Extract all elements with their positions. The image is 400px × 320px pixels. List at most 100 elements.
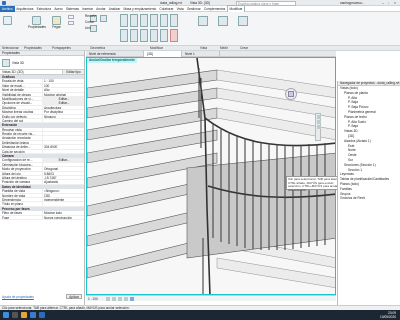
graficos-row-value[interactable]: 100: [42, 83, 84, 88]
align-icon[interactable]: [120, 14, 128, 27]
graficos-row-value[interactable]: Editar...: [42, 101, 84, 105]
menu-vista[interactable]: Vista: [175, 6, 185, 12]
camara-row-value[interactable]: -15.7487: [42, 175, 84, 180]
menu-anotar[interactable]: Anotar: [95, 6, 108, 12]
apply-button[interactable]: Aplicar: [66, 294, 82, 299]
menu-acero[interactable]: Acero: [53, 6, 65, 12]
graficos-row-value[interactable]: Alto: [42, 88, 84, 92]
menu-gestionar[interactable]: Gestionar: [185, 6, 202, 12]
camara-row-value[interactable]: Ortogonal: [42, 167, 84, 171]
3d-view-icon: [2, 58, 10, 67]
menu-complementos[interactable]: Complementos: [202, 6, 227, 12]
menu-sistemas[interactable]: Sistemas: [64, 6, 80, 12]
move-icon[interactable]: [150, 14, 158, 27]
instance-label[interactable]: Vistas 3D: {3D}: [2, 70, 62, 74]
browser-item-label: P. Baja: [348, 100, 358, 105]
shadows-icon[interactable]: [124, 297, 128, 301]
edit-type-button[interactable]: Editar tipo: [62, 70, 84, 74]
identidad-row-value[interactable]: <Ninguno>: [42, 189, 84, 193]
menu-insertar[interactable]: Insertar: [81, 6, 95, 12]
camara-row-value[interactable]: 5.8603: [42, 171, 84, 175]
properties-help-link[interactable]: Ayuda de propiedades: [2, 295, 34, 299]
offset-icon[interactable]: [130, 14, 138, 27]
zoom-icon[interactable]: [317, 120, 321, 124]
pin-icon[interactable]: [160, 29, 168, 42]
menu-masa[interactable]: Masa y emplazamiento: [122, 6, 158, 12]
menu-estructura[interactable]: Estructura: [35, 6, 53, 12]
browser-item[interactable]: Vínculos de Revit: [338, 196, 400, 201]
graficos-row-value[interactable]: Mostrar original: [42, 92, 84, 96]
fases-row: Fase Nueva construcción: [0, 215, 84, 220]
graficos-row-value[interactable]: Arquitectura: [42, 105, 84, 110]
visual-style-icon[interactable]: [112, 297, 116, 301]
extension-row-value[interactable]: [42, 127, 84, 132]
view-cube[interactable]: [283, 86, 299, 102]
graficos-row-value[interactable]: Ninguno: [42, 114, 84, 118]
paste-button[interactable]: Pegar: [52, 16, 61, 29]
unir-tool[interactable]: Unir: [85, 26, 91, 31]
detail-level-icon[interactable]: [106, 297, 110, 301]
camara-row-value[interactable]: Ajustando: [42, 180, 84, 184]
cortar-tool[interactable]: Cortar: [85, 20, 94, 25]
sun-path-icon[interactable]: [118, 297, 122, 301]
extension-row-value[interactable]: 304.8000: [42, 145, 84, 149]
search-input[interactable]: Escriba palabra clave o frase: [236, 0, 296, 6]
camara-row-label: Modo de proyección: [2, 167, 31, 171]
user-name[interactable]: nachoyproceso...: [340, 1, 364, 5]
mirror-icon[interactable]: [140, 14, 148, 27]
browser-item-label: Secciones (Sección 1): [344, 162, 376, 167]
steering-wheel-icon[interactable]: [317, 115, 321, 119]
menu-colaborar[interactable]: Colaborar: [158, 6, 175, 12]
identidad-row-value[interactable]: [42, 202, 84, 206]
geometry-cut-icon[interactable]: [100, 15, 107, 22]
view-tool-icon[interactable]: [198, 16, 208, 26]
extension-row-value[interactable]: [42, 140, 84, 145]
recorte-tool[interactable]: Recorte: [85, 14, 96, 19]
identidad-row-value[interactable]: {3D}: [42, 193, 84, 197]
camara-row-value[interactable]: [42, 162, 84, 167]
extension-row-value[interactable]: [42, 132, 84, 136]
properties-button[interactable]: Propiedades: [28, 16, 46, 29]
cut-icon[interactable]: [68, 15, 74, 19]
graficos-row-value[interactable]: 1 : 100: [42, 79, 84, 83]
geometry-paint-icon[interactable]: [90, 25, 97, 32]
search-taskbar-icon[interactable]: [12, 312, 18, 318]
scale-icon[interactable]: [150, 29, 158, 42]
menu-analizar[interactable]: Analizar: [107, 6, 122, 12]
browser-icon[interactable]: [30, 312, 36, 318]
rotate-icon[interactable]: [170, 14, 178, 27]
camara-row-value[interactable]: Editar...: [42, 158, 84, 162]
file-explorer-icon[interactable]: [21, 312, 27, 318]
select-button[interactable]: [3, 16, 12, 25]
copy-icon[interactable]: [68, 21, 74, 25]
type-selector[interactable]: Vista 3D: [0, 56, 84, 70]
extension-row-label: Anotación recortada: [2, 136, 31, 140]
split-icon[interactable]: [130, 29, 138, 42]
temporary-hide-icon[interactable]: [130, 297, 134, 301]
pan-icon[interactable]: [317, 125, 321, 129]
array-icon[interactable]: [140, 29, 148, 42]
revit-taskbar-icon[interactable]: [39, 312, 45, 318]
identidad-row-value[interactable]: Independiente: [42, 197, 84, 202]
graficos-row-value[interactable]: Por disciplina: [42, 110, 84, 114]
fases-row-value[interactable]: Mostrar todo: [42, 211, 84, 215]
revit-logo-icon[interactable]: [2, 1, 6, 5]
extension-row-value[interactable]: [42, 149, 84, 154]
menu-arquitectura[interactable]: Arquitectura: [15, 6, 35, 12]
browser-tree: Vistas (todo) Planos de planta P. Alta P. B…: [338, 86, 400, 201]
measure-tool-icon[interactable]: [218, 16, 228, 26]
extension-row-value[interactable]: [42, 136, 84, 140]
view-scale[interactable]: 1 : 100: [88, 296, 98, 302]
graficos-row-value[interactable]: [42, 118, 84, 123]
delete-icon[interactable]: [170, 29, 178, 42]
graficos-row-label: Nivel de detalle: [2, 88, 24, 92]
graficos-row-value[interactable]: Editar...: [42, 96, 84, 101]
copy-tool-icon[interactable]: [160, 14, 168, 27]
windows-start-icon[interactable]: [3, 312, 9, 318]
browser-item-label: Planos de techo: [344, 114, 367, 119]
create-tool-icon[interactable]: [238, 16, 248, 26]
fases-row-value[interactable]: Nueva construcción: [42, 215, 84, 219]
camara-row-label: Posición de cámara: [2, 180, 30, 184]
menu-file[interactable]: Archivo: [0, 5, 15, 12]
trim-icon[interactable]: [120, 29, 128, 42]
